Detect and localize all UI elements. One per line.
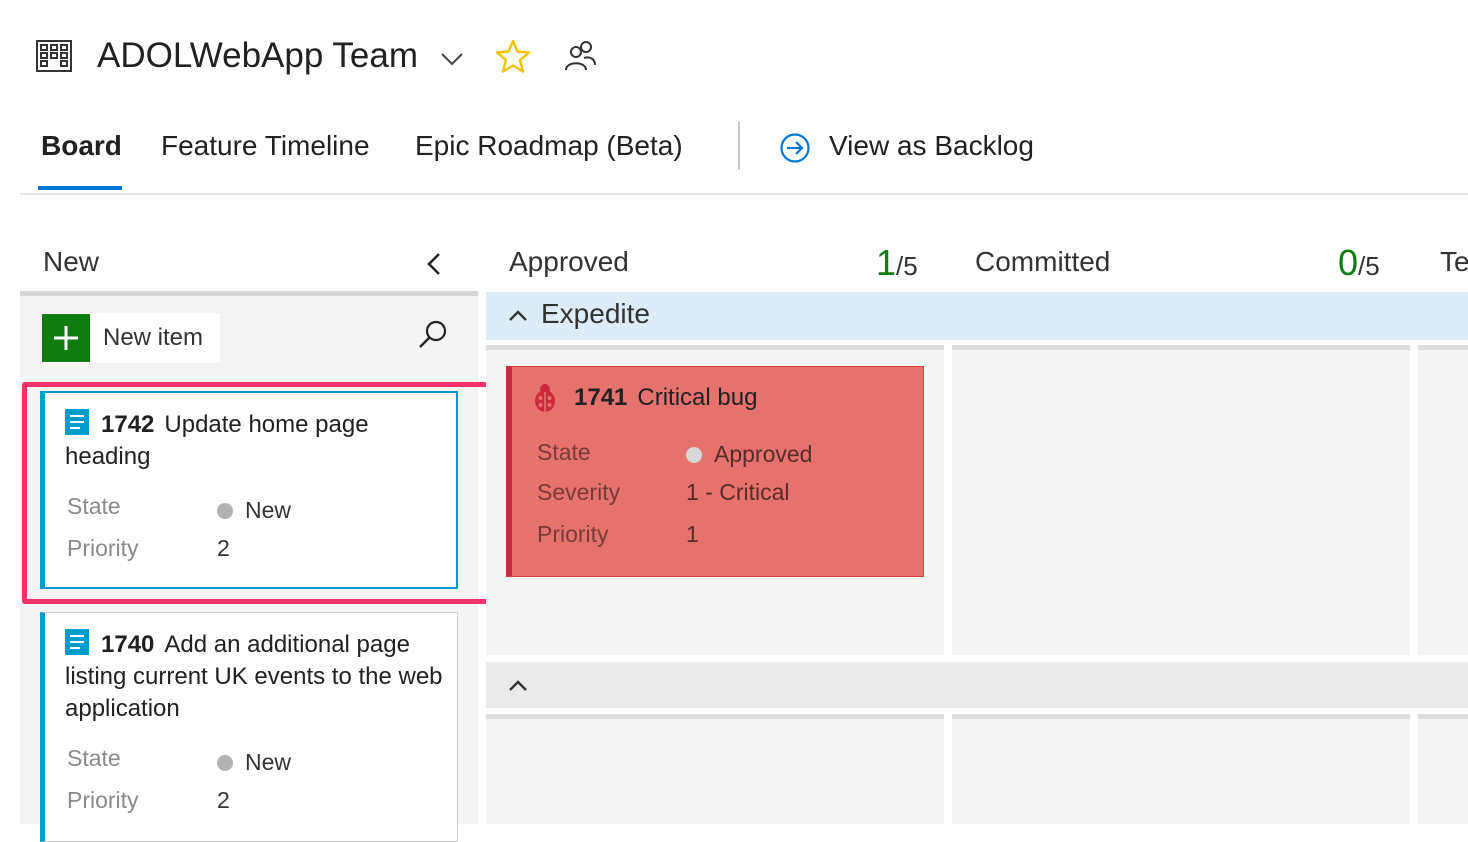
wip-count-approved: 1/5 xyxy=(876,242,918,284)
tab-epic-roadmap[interactable]: Epic Roadmap (Beta) xyxy=(415,130,683,162)
chevron-down-icon[interactable] xyxy=(440,50,464,68)
view-as-backlog-link[interactable]: View as Backlog xyxy=(829,130,1034,162)
star-icon[interactable] xyxy=(495,38,531,74)
swimlane-header-default[interactable] xyxy=(486,662,1468,708)
column-header-committed: Committed xyxy=(975,246,1111,277)
card-id: 1740 xyxy=(101,631,155,658)
column-header-new: New xyxy=(43,246,100,277)
state-text: Approved xyxy=(714,441,813,467)
work-item-card-1740[interactable]: 1740 Add an additional page listing curre… xyxy=(40,612,458,842)
card-title[interactable]: 1741 Critical bug xyxy=(574,384,757,412)
tab-feature-timeline[interactable]: Feature Timeline xyxy=(161,130,370,162)
state-value[interactable]: New xyxy=(217,749,291,776)
board-cell-committed-default xyxy=(952,714,1410,824)
severity-label: Severity xyxy=(537,479,621,505)
tab-board[interactable]: Board xyxy=(41,130,122,162)
swimlane-title: Expedite xyxy=(541,298,650,329)
bug-icon xyxy=(535,384,555,412)
card-title-text: Critical bug xyxy=(637,384,758,411)
wip-limit: /5 xyxy=(896,251,918,281)
chevron-up-icon[interactable] xyxy=(508,306,528,326)
state-dot-icon xyxy=(686,447,702,463)
wip-limit: /5 xyxy=(1358,251,1380,281)
board-cell-approved-default xyxy=(486,714,944,824)
column-header-approved: Approved xyxy=(509,246,629,277)
new-item-button[interactable]: New item xyxy=(42,313,220,363)
work-item-card-1741[interactable]: 1741 Critical bug State Approved Severity… xyxy=(506,366,924,577)
priority-label: Priority xyxy=(67,787,139,813)
state-value[interactable]: Approved xyxy=(686,441,812,468)
wip-count-value: 0 xyxy=(1338,242,1359,283)
card-title[interactable]: 1740 Add an additional page listing curre… xyxy=(65,629,445,725)
wip-count-value: 1 xyxy=(876,242,897,283)
card-id: 1741 xyxy=(574,384,628,411)
team-title[interactable]: ADOLWebApp Team xyxy=(97,36,418,76)
tabs-divider xyxy=(20,193,1468,195)
wip-count-committed: 0/5 xyxy=(1338,242,1380,284)
priority-value[interactable]: 1 xyxy=(686,521,699,548)
active-tab-indicator xyxy=(38,186,122,190)
people-icon[interactable] xyxy=(562,38,598,74)
priority-label: Priority xyxy=(537,521,609,547)
priority-value[interactable]: 2 xyxy=(217,787,230,814)
search-icon[interactable] xyxy=(416,318,450,352)
tab-divider xyxy=(738,122,740,170)
new-item-label: New item xyxy=(103,324,204,351)
plus-icon xyxy=(42,314,90,362)
board-cell-next-expedite xyxy=(1418,345,1468,655)
board-cell-committed-expedite xyxy=(952,345,1410,655)
chevron-up-icon[interactable] xyxy=(508,676,528,696)
board-cell-next-default xyxy=(1418,714,1468,824)
state-text: New xyxy=(245,749,292,775)
state-label: State xyxy=(67,745,121,771)
column-header-partial: Te xyxy=(1440,246,1468,277)
chevron-left-icon[interactable] xyxy=(422,250,446,278)
severity-value[interactable]: 1 - Critical xyxy=(686,479,790,506)
arrow-circle-icon[interactable] xyxy=(779,132,811,164)
state-dot-icon xyxy=(217,755,233,771)
highlight-box xyxy=(22,382,492,604)
board-icon xyxy=(36,40,72,72)
state-label: State xyxy=(537,439,591,465)
